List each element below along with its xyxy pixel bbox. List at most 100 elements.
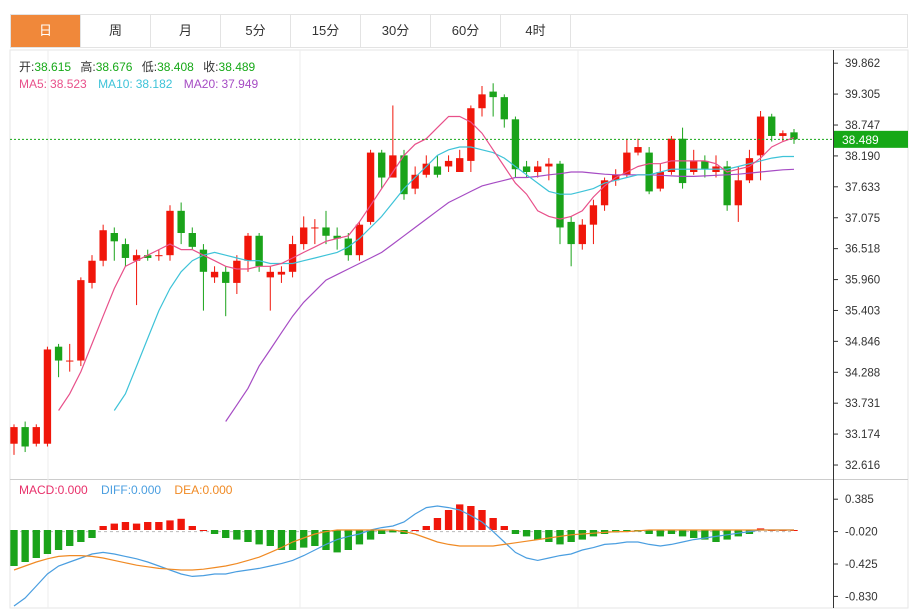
- candle-body-5: [66, 360, 74, 362]
- candle-body-68: [768, 116, 776, 136]
- candle-body-41: [467, 108, 475, 161]
- candle-body-10: [121, 244, 130, 258]
- candle-body-43: [489, 91, 497, 98]
- candle-body-56: [634, 147, 642, 153]
- candle-body-48: [545, 163, 553, 167]
- macd-bar-1: [21, 530, 29, 562]
- candle-body-15: [177, 210, 185, 233]
- macd-bar-8: [99, 526, 107, 530]
- macd-bar-21: [244, 530, 252, 542]
- candle-body-58: [656, 172, 664, 189]
- candle-body-59: [667, 138, 676, 172]
- open-value: 38.615: [34, 60, 71, 74]
- price-tick-label-5: 37.075: [845, 213, 880, 225]
- candle-body-0: [10, 427, 18, 444]
- macd-bar-7: [88, 530, 96, 538]
- candle-body-45: [511, 119, 520, 170]
- macd-bar-51: [578, 530, 586, 540]
- price-tick-label-7: 35.960: [845, 275, 880, 287]
- macd-bar-13: [155, 522, 163, 530]
- price-tick-label-3: 38.190: [845, 151, 880, 163]
- candle-body-40: [456, 158, 464, 172]
- macd-bar-11: [132, 523, 141, 530]
- macd-bar-28: [322, 530, 330, 550]
- ma20-label: MA20:: [184, 77, 219, 91]
- macd-bar-6: [77, 530, 85, 542]
- macd-bar-23: [266, 530, 274, 546]
- candle-body-52: [589, 205, 598, 225]
- candle-body-65: [734, 180, 742, 206]
- candle-body-69: [779, 133, 787, 136]
- diff-label: DIFF:: [101, 483, 131, 497]
- candle-body-32: [366, 152, 375, 222]
- candle-body-19: [222, 271, 230, 283]
- macd-bar-17: [199, 530, 208, 531]
- dea-label: DEA:: [174, 483, 202, 497]
- macd-bar-43: [489, 518, 497, 530]
- candle-body-3: [43, 349, 52, 444]
- macd-bar-39: [444, 510, 453, 530]
- macd-bar-16: [188, 526, 196, 530]
- price-tick-label-9: 34.846: [845, 336, 880, 348]
- price-tick-label-13: 32.616: [845, 460, 880, 472]
- dea-value: 0.000: [202, 483, 232, 497]
- macd-tick-label-2: -0.425: [845, 559, 878, 571]
- macd-axis: 0.385 -0.020 -0.425 -0.830: [833, 494, 878, 603]
- macd-bar-12: [144, 522, 152, 530]
- macd-bar-45: [511, 530, 520, 534]
- price-tick-label-6: 36.518: [845, 244, 880, 256]
- macd-bar-58: [656, 530, 664, 537]
- macd-bar-25: [288, 530, 297, 550]
- macd-tick-label-3: -0.830: [845, 591, 878, 603]
- macd-info: MACD:0.000 DIFF:0.000 DEA:0.000: [19, 483, 233, 497]
- candle-body-42: [478, 94, 486, 109]
- macd-value: 0.000: [58, 483, 88, 497]
- candle-body-18: [210, 271, 219, 278]
- macd-bar-27: [311, 530, 319, 546]
- candle-body-1: [21, 427, 29, 447]
- macd-bar-38: [433, 518, 442, 530]
- candle-body-8: [99, 230, 107, 261]
- candle-body-57: [645, 152, 653, 192]
- macd-bar-19: [222, 530, 230, 538]
- macd-bar-47: [534, 530, 542, 540]
- macd-bar-5: [66, 530, 74, 546]
- candle-body-33: [378, 152, 386, 178]
- candle-body-44: [500, 97, 508, 120]
- macd-bar-14: [166, 520, 174, 530]
- ma5-value: 38.523: [50, 77, 87, 91]
- ma10-line: [113, 146, 794, 411]
- open-label: 开:: [19, 60, 34, 74]
- ma10-value: 38.182: [136, 77, 173, 91]
- candle-body-66: [745, 158, 754, 181]
- candle-body-9: [110, 233, 118, 242]
- high-value: 38.676: [96, 60, 133, 74]
- candle-body-24: [277, 271, 286, 275]
- close-value: 38.489: [219, 60, 256, 74]
- macd-bar-37: [422, 526, 430, 530]
- candle-body-4: [54, 346, 63, 361]
- candle-body-7: [88, 260, 96, 283]
- candle-body-23: [266, 271, 274, 278]
- macd-bar-40: [456, 504, 464, 530]
- ma10-label: MA10:: [98, 77, 133, 91]
- ma5-label: MA5:: [19, 77, 47, 91]
- low-label: 低:: [142, 60, 157, 74]
- candle-body-38: [433, 166, 442, 175]
- candle-body-21: [244, 235, 252, 261]
- macd-bar-18: [210, 530, 219, 534]
- macd-lines: [13, 505, 794, 607]
- candle-body-39: [444, 160, 453, 167]
- price-tick-label-1: 39.305: [845, 89, 880, 101]
- candle-body-47: [534, 166, 542, 172]
- dea-line: [13, 529, 794, 571]
- price-tick-label-11: 33.731: [845, 398, 880, 410]
- candle-body-6: [77, 280, 85, 361]
- candle-body-51: [578, 224, 586, 245]
- macd-bar-9: [110, 523, 118, 530]
- macd-tick-label-1: -0.020: [845, 527, 878, 539]
- candle-body-14: [166, 210, 174, 256]
- candle-body-26: [300, 227, 308, 245]
- chart-area[interactable]: 39.862 39.305 38.747 38.190 37.633 37.075 36.5…: [0, 0, 919, 611]
- price-tick-label-4: 37.633: [845, 182, 880, 194]
